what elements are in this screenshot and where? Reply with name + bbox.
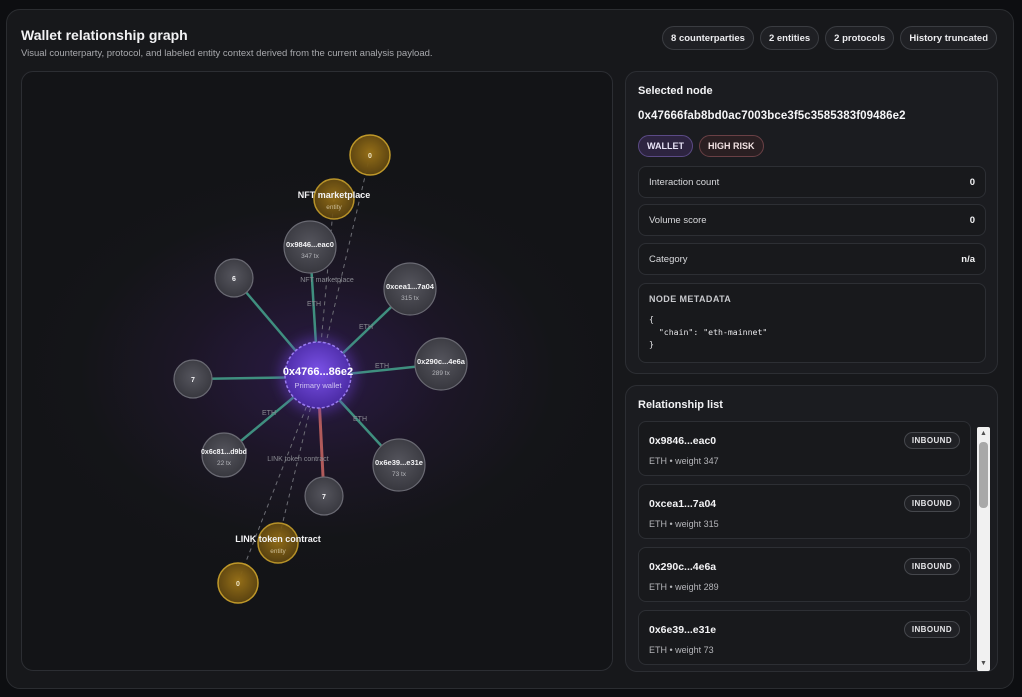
node-label-4e6a: 0x290c...4e6a [417, 357, 466, 366]
relationship-address: 0x290c...4e6a [649, 561, 717, 573]
edge-label-eth-1: ETH [307, 301, 321, 308]
selected-node-address: 0x47666fab8bd0ac7003bce3f5c3585383f09486… [638, 110, 906, 122]
relationship-address: 0x9846...eac0 [649, 435, 717, 447]
relationship-panel: Wallet relationship graph Visual counter… [6, 9, 1014, 689]
node-label-risk: 7 [322, 494, 326, 501]
chip-history-truncated: History truncated [900, 26, 997, 50]
scroll-thumb[interactable] [979, 442, 988, 508]
direction-badge: INBOUND [903, 621, 960, 638]
direction-badge: INBOUND [903, 495, 960, 512]
badge-high-risk: HIGH RISK [699, 135, 764, 157]
relationship-detail: ETH • weight 73 [649, 645, 714, 655]
node-label-7a04: 0xcea1...7a04 [386, 282, 435, 291]
relationship-item[interactable]: 0xcea1...7a04 ETH • weight 315 INBOUND [638, 484, 971, 539]
node-sub-eac0: 347 tx [301, 253, 319, 260]
panel-subtitle: Visual counterparty, protocol, and label… [21, 48, 433, 59]
chip-protocols: 2 protocols [825, 26, 895, 50]
selected-node-badges: WALLET HIGH RISK [638, 135, 764, 157]
scroll-down-arrow-icon[interactable]: ▼ [977, 658, 990, 670]
field-label: Volume score [649, 214, 707, 226]
field-value: 0 [969, 176, 975, 188]
graph-canvas[interactable]: ETH ETH ETH ETH ETH NFT marketplace LINK… [21, 71, 613, 671]
direction-badge: INBOUND [903, 432, 960, 449]
relationship-item[interactable]: 0x6e39...e31e ETH • weight 73 INBOUND [638, 610, 971, 665]
relationship-list[interactable]: 0x9846...eac0 ETH • weight 347 INBOUND 0… [638, 421, 974, 665]
field-interaction-count: Interaction count 0 [638, 166, 986, 198]
node-metadata-heading: NODE METADATA [649, 294, 732, 304]
selected-node-heading: Selected node [638, 85, 713, 97]
selected-node-card: Selected node 0x47666fab8bd0ac7003bce3f5… [625, 71, 998, 374]
edge-label-nft: NFT marketplace [300, 277, 354, 284]
chip-entities: 2 entities [759, 26, 820, 50]
node-sub-d9bd: 22 tx [217, 460, 232, 467]
entity-label-nft: NFT marketplace [298, 190, 371, 200]
entity-sub-nft: entity [326, 204, 342, 211]
node-label-left: 7 [191, 377, 195, 384]
field-value: 0 [969, 214, 975, 226]
node-label-eac0: 0x9846...eac0 [286, 240, 334, 249]
edge-label-eth-4: ETH [353, 416, 367, 423]
direction-badge: INBOUND [903, 558, 960, 575]
field-category: Category n/a [638, 243, 986, 275]
badge-wallet: WALLET [638, 135, 693, 157]
edge-label-link: LINK token contract [267, 456, 329, 463]
relationship-list-heading: Relationship list [638, 399, 723, 411]
edge-label-eth-5: ETH [262, 410, 276, 417]
chip-counterparties: 8 counterparties [662, 26, 754, 50]
field-value: n/a [961, 253, 975, 265]
relationship-address: 0x6e39...e31e [649, 624, 717, 636]
relationship-detail: ETH • weight 315 [649, 519, 719, 529]
relationship-item[interactable]: 0x290c...4e6a ETH • weight 289 INBOUND [638, 547, 971, 602]
node-sub-7a04: 315 tx [401, 295, 419, 302]
entity-sub-link: entity [270, 548, 286, 555]
relationship-item[interactable]: 0x9846...eac0 ETH • weight 347 INBOUND [638, 421, 971, 476]
relationship-detail: ETH • weight 289 [649, 582, 719, 592]
relationship-address: 0xcea1...7a04 [649, 498, 717, 510]
node-sub-4e6a: 289 tx [432, 370, 450, 377]
node-sub-e31e: 73 tx [392, 471, 407, 478]
relationship-list-card: Relationship list 0x9846...eac0 ETH • we… [625, 385, 998, 672]
node-label-upleft: 6 [232, 276, 236, 283]
summary-chips: 8 counterparties 2 entities 2 protocols … [662, 26, 997, 50]
panel-title: Wallet relationship graph [21, 27, 188, 43]
edge-label-eth-2: ETH [359, 324, 373, 331]
relationship-scrollbar[interactable]: ▲ ▼ [977, 427, 990, 671]
field-label: Interaction count [649, 176, 720, 188]
node-metadata-json: { "chain": "eth-mainnet" } [649, 314, 768, 349]
node-metadata-box: NODE METADATA { "chain": "eth-mainnet" } [638, 283, 986, 363]
node-label-e31e: 0x6e39...e31e [375, 458, 423, 467]
edge-label-eth-3: ETH [375, 363, 389, 370]
relationship-detail: ETH • weight 347 [649, 456, 719, 466]
entity-count-nft: 0 [368, 153, 372, 160]
field-label: Category [649, 253, 688, 265]
entity-count-link: 0 [236, 581, 240, 588]
entity-label-link: LINK token contract [235, 534, 321, 544]
node-label-d9bd: 0x6c81...d9bd [201, 449, 247, 456]
graph-svg[interactable]: ETH ETH ETH ETH ETH NFT marketplace LINK… [22, 72, 613, 671]
center-node-sublabel: Primary wallet [294, 381, 342, 390]
scroll-up-arrow-icon[interactable]: ▲ [977, 428, 990, 440]
center-node-label: 0x4766...86e2 [283, 366, 353, 378]
field-volume-score: Volume score 0 [638, 204, 986, 236]
